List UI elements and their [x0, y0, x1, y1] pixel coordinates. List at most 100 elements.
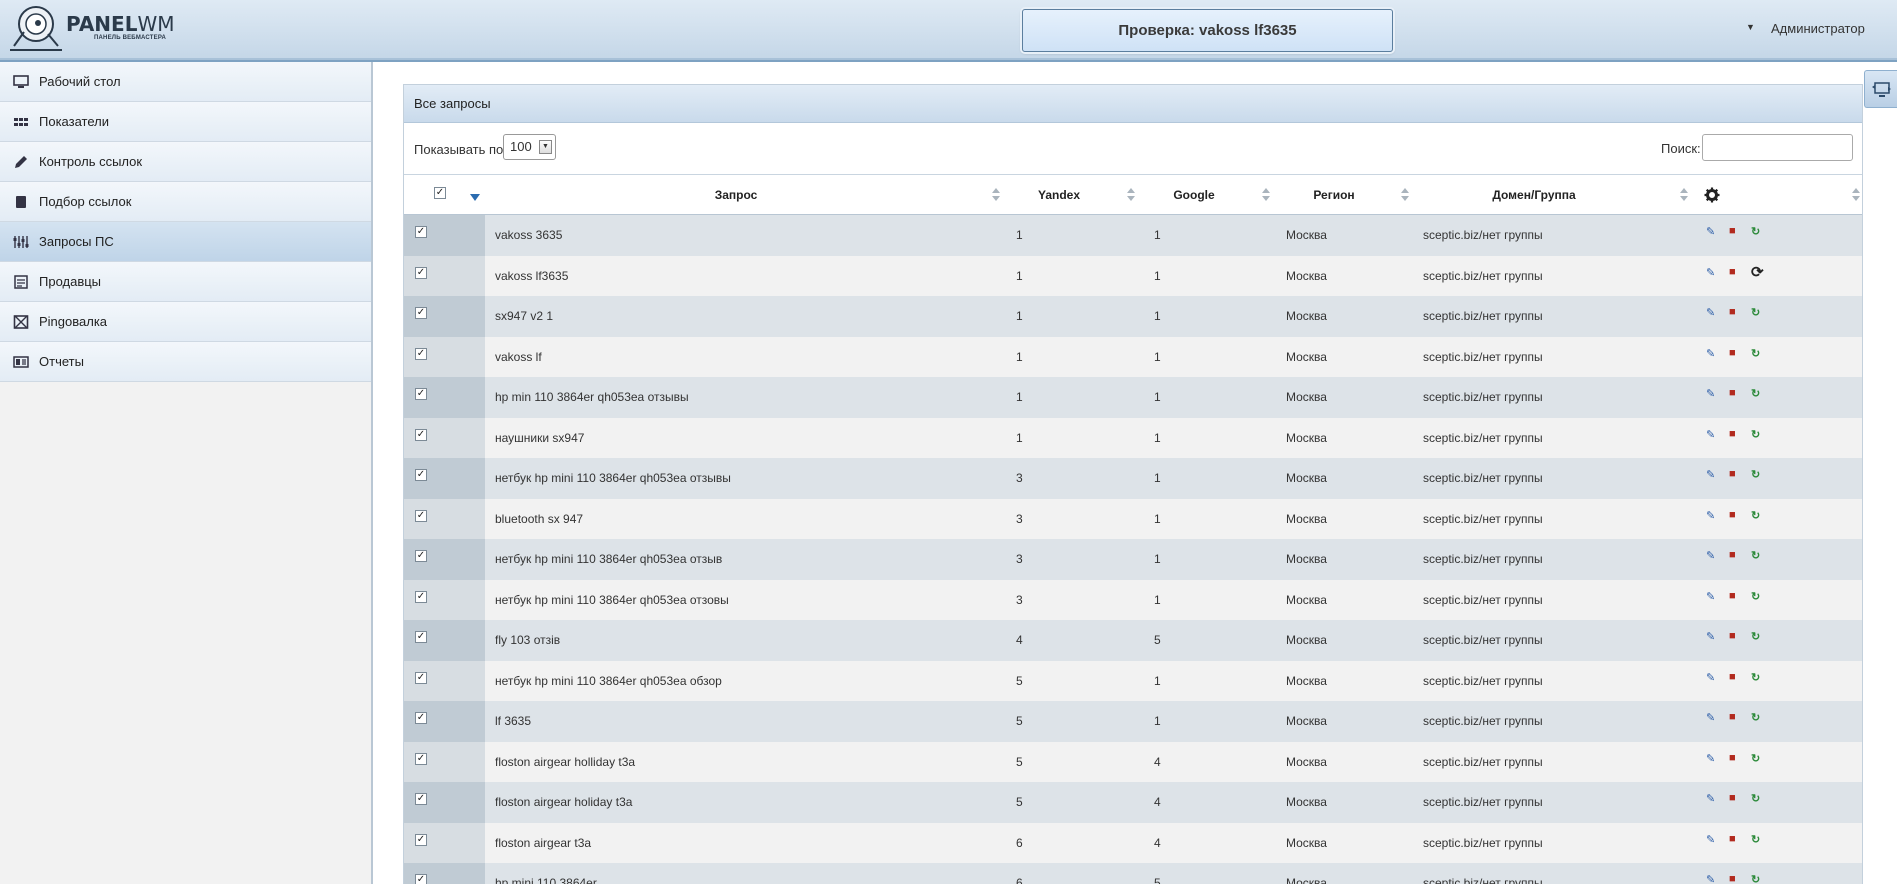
logo[interactable]: PANELWM ПАНЕЛЬ ВЕБМАСТЕРА	[6, 2, 176, 52]
table-row[interactable]: ✓ vakoss lf3635 1 1 Москва sceptic.biz/нет гр…	[404, 255, 1862, 296]
delete-icon[interactable]: ■	[1729, 306, 1736, 318]
column-yandex[interactable]: Yandex	[1004, 175, 1114, 215]
delete-icon[interactable]: ■	[1729, 792, 1736, 804]
edit-icon[interactable]: ✎	[1706, 752, 1715, 765]
edit-icon[interactable]: ✎	[1706, 711, 1715, 724]
row-checkbox[interactable]: ✓	[415, 428, 427, 441]
sidebar-item-sellers[interactable]: Продавцы	[0, 262, 371, 302]
row-checkbox[interactable]: ✓	[415, 752, 427, 765]
table-row[interactable]: ✓ нетбук hp mini 110 3864er qh053ea обзор…	[404, 660, 1862, 701]
page-size-select[interactable]: 100 ▼	[503, 134, 556, 160]
row-checkbox[interactable]: ✓	[415, 226, 427, 238]
sidebar-item-reports[interactable]: Отчеты	[0, 342, 371, 382]
table-row[interactable]: ✓ нетбук hp mini 110 3864er qh053ea отзыв…	[404, 458, 1862, 499]
refresh-icon[interactable]: ↻	[1751, 225, 1760, 238]
table-row[interactable]: ✓ lf 3635 5 1 Москва sceptic.biz/нет группы ✎ ■…	[404, 701, 1862, 742]
delete-icon[interactable]: ■	[1729, 833, 1736, 845]
select-all-checkbox[interactable]: ✓	[434, 187, 446, 199]
edit-icon[interactable]: ✎	[1706, 671, 1715, 684]
delete-icon[interactable]: ■	[1729, 549, 1736, 561]
row-checkbox[interactable]: ✓	[415, 388, 427, 400]
refresh-icon[interactable]: ↻	[1751, 549, 1760, 562]
sidebar-item-pinger[interactable]: Pingовалка	[0, 302, 371, 342]
sort-icon[interactable]	[1127, 188, 1135, 202]
row-checkbox[interactable]: ✓	[415, 793, 427, 805]
table-row[interactable]: ✓ floston airgear holiday t3a 5 4 Москва scep…	[404, 782, 1862, 823]
table-row[interactable]: ✓ fly 103 отзiв 4 5 Москва sceptic.biz/нет гр…	[404, 620, 1862, 661]
edit-icon[interactable]: ✎	[1706, 590, 1715, 603]
user-dropdown-icon[interactable]: ▼	[1746, 22, 1755, 32]
refresh-icon[interactable]: ↻	[1751, 428, 1760, 441]
delete-icon[interactable]: ■	[1729, 225, 1736, 237]
delete-icon[interactable]: ■	[1729, 630, 1736, 642]
sort-icon[interactable]	[1852, 188, 1860, 202]
edit-icon[interactable]: ✎	[1706, 509, 1715, 522]
delete-icon[interactable]: ■	[1729, 266, 1736, 278]
delete-icon[interactable]: ■	[1729, 428, 1736, 440]
row-checkbox[interactable]: ✓	[415, 590, 427, 603]
edit-icon[interactable]: ✎	[1706, 428, 1715, 441]
sort-icon[interactable]	[1262, 188, 1270, 202]
refresh-icon[interactable]: ↻	[1751, 630, 1760, 643]
edit-icon[interactable]: ✎	[1706, 225, 1715, 238]
delete-icon[interactable]: ■	[1729, 711, 1736, 723]
refresh-icon[interactable]: ↻	[1751, 873, 1760, 884]
sidebar-item-search-queries[interactable]: Запросы ПС	[0, 222, 371, 262]
column-google[interactable]: Google	[1139, 175, 1249, 215]
side-panel-toggle[interactable]	[1864, 70, 1897, 108]
edit-icon[interactable]: ✎	[1706, 306, 1715, 319]
refresh-icon[interactable]: ↻	[1751, 590, 1760, 603]
delete-icon[interactable]: ■	[1729, 752, 1736, 764]
delete-icon[interactable]: ■	[1729, 873, 1736, 884]
row-checkbox[interactable]: ✓	[415, 550, 427, 562]
delete-icon[interactable]: ■	[1729, 590, 1736, 602]
delete-icon[interactable]: ■	[1729, 671, 1736, 683]
sidebar-item-link-control[interactable]: Контроль ссылок	[0, 142, 371, 182]
edit-icon[interactable]: ✎	[1706, 347, 1715, 360]
edit-icon[interactable]: ✎	[1706, 873, 1715, 884]
refresh-icon[interactable]: ↻	[1751, 387, 1760, 400]
edit-icon[interactable]: ✎	[1706, 387, 1715, 400]
sort-icon[interactable]	[1401, 188, 1409, 202]
delete-icon[interactable]: ■	[1729, 468, 1736, 480]
refresh-icon[interactable]: ↻	[1751, 792, 1760, 805]
sidebar-item-desktop[interactable]: Рабочий стол	[0, 62, 371, 102]
edit-icon[interactable]: ✎	[1706, 266, 1715, 279]
table-row[interactable]: ✓ vakoss lf 1 1 Москва sceptic.biz/нет группы…	[404, 336, 1862, 377]
delete-icon[interactable]: ■	[1729, 347, 1736, 359]
sort-desc-icon[interactable]	[470, 194, 480, 201]
sort-icon[interactable]	[1680, 188, 1688, 202]
refresh-icon[interactable]: ↻	[1751, 671, 1760, 684]
column-query[interactable]: Запрос	[486, 175, 986, 215]
table-row[interactable]: ✓ hp min 110 3864er qh053ea отзывы 1 1 Москв…	[404, 377, 1862, 418]
settings-gear-icon[interactable]	[1704, 187, 1720, 203]
column-domain-group[interactable]: Домен/Группа	[1414, 175, 1654, 215]
refresh-icon[interactable]: ↻	[1751, 833, 1760, 846]
row-checkbox[interactable]: ✓	[415, 347, 427, 360]
row-checkbox[interactable]: ✓	[415, 307, 427, 319]
edit-icon[interactable]: ✎	[1706, 792, 1715, 805]
edit-icon[interactable]: ✎	[1706, 833, 1715, 846]
refresh-icon[interactable]: ↻	[1751, 711, 1760, 724]
table-row[interactable]: ✓ vakoss 3635 1 1 Москва sceptic.biz/нет груп…	[404, 215, 1862, 256]
row-checkbox[interactable]: ✓	[415, 712, 427, 724]
row-checkbox[interactable]: ✓	[415, 509, 427, 522]
row-checkbox[interactable]: ✓	[415, 469, 427, 481]
table-row[interactable]: ✓ floston airgear t3a 6 4 Москва sceptic.biz/…	[404, 822, 1862, 863]
row-checkbox[interactable]: ✓	[415, 631, 427, 643]
refresh-icon[interactable]: ↻	[1751, 752, 1760, 765]
row-checkbox[interactable]: ✓	[415, 671, 427, 684]
refresh-icon[interactable]: ↻	[1751, 509, 1760, 522]
table-row[interactable]: ✓ sx947 v2 1 1 1 Москва sceptic.biz/нет групп…	[404, 296, 1862, 337]
edit-icon[interactable]: ✎	[1706, 468, 1715, 481]
row-checkbox[interactable]: ✓	[415, 833, 427, 846]
column-region[interactable]: Регион	[1274, 175, 1394, 215]
refresh-icon[interactable]: ↻	[1751, 347, 1760, 360]
table-row[interactable]: ✓ нетбук hp mini 110 3864er qh053ea отзов…	[404, 579, 1862, 620]
row-checkbox[interactable]: ✓	[415, 266, 427, 279]
edit-icon[interactable]: ✎	[1706, 630, 1715, 643]
sidebar-item-metrics[interactable]: Показатели	[0, 102, 371, 142]
refresh-icon[interactable]: ↻	[1751, 306, 1760, 319]
table-row[interactable]: ✓ наушники sx947 1 1 Москва sceptic.biz/нет г…	[404, 417, 1862, 458]
sidebar-item-link-selection[interactable]: Подбор ссылок	[0, 182, 371, 222]
